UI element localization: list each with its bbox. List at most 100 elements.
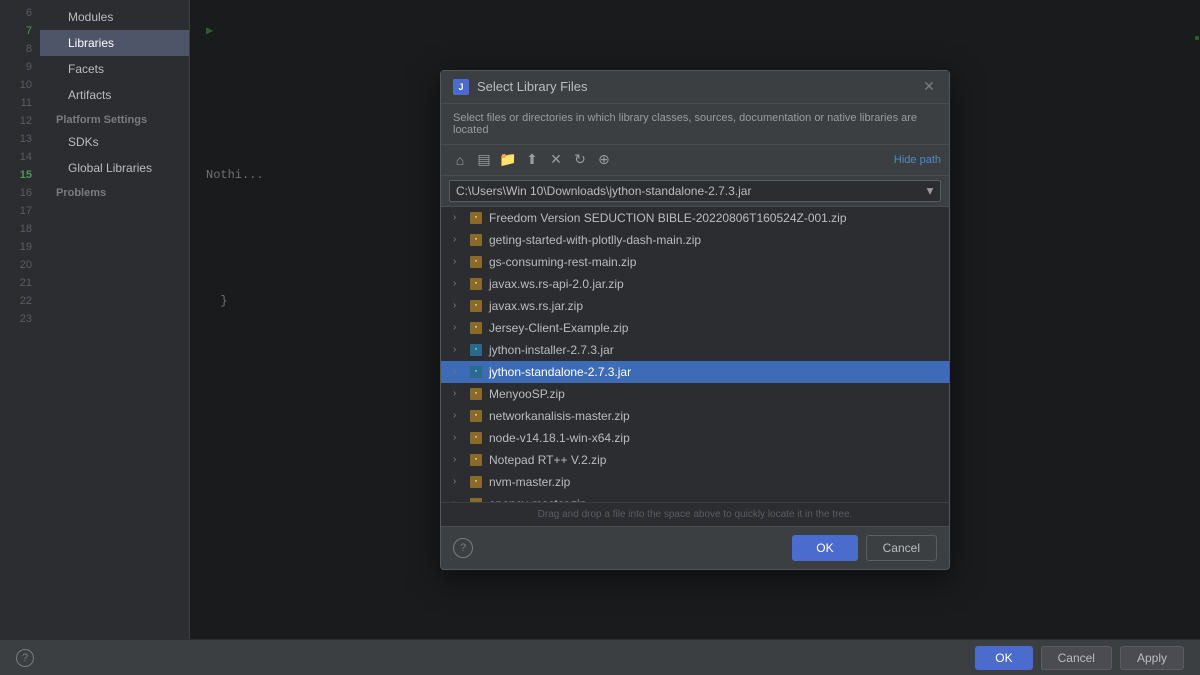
expand-chevron[interactable]: › — [453, 319, 465, 337]
content-area: ▶ Nothi... } — [190, 0, 1200, 639]
file-item[interactable]: › ▪ Freedom Version SEDUCTION BIBLE-2022… — [441, 207, 949, 229]
bottom-bar-left: ? — [16, 649, 34, 667]
file-name: geting-started-with-plotlly-dash-main.zi… — [489, 231, 701, 249]
file-name: javax.ws.rs.jar.zip — [489, 297, 583, 315]
up-button[interactable]: ⬆ — [521, 149, 543, 171]
expand-chevron[interactable]: › — [453, 473, 465, 491]
line-numbers: 6 7 8 9 10 11 12 13 14 15 16 17 18 19 20… — [0, 0, 40, 639]
home-button[interactable]: ⌂ — [449, 149, 471, 171]
zip-icon: ▪ — [470, 234, 482, 246]
zip-icon: ▪ — [470, 212, 482, 224]
bottom-bar-right: OK Cancel Apply — [975, 646, 1184, 670]
apply-main-button[interactable]: Apply — [1120, 646, 1184, 670]
refresh-button[interactable]: ↻ — [569, 149, 591, 171]
dialog-footer-right: OK Cancel — [792, 535, 937, 561]
file-name: node-v14.18.1-win-x64.zip — [489, 429, 630, 447]
file-name: Notepad RT++ V.2.zip — [489, 451, 606, 469]
new-folder-button[interactable]: 📁 — [497, 149, 519, 171]
list-button[interactable]: ▤ — [473, 149, 495, 171]
path-dropdown-button[interactable]: ▾ — [920, 181, 940, 201]
file-icon: ▪ — [469, 300, 483, 312]
expand-chevron[interactable]: › — [453, 231, 465, 249]
file-icon: ▪ — [469, 256, 483, 268]
jar-icon: ▪ — [470, 366, 482, 378]
zip-icon: ▪ — [470, 278, 482, 290]
file-icon: ▪ — [469, 212, 483, 224]
file-name: opencv-master.zip — [489, 495, 586, 502]
zip-icon: ▪ — [470, 476, 482, 488]
file-item[interactable]: › ▪ Jersey-Client-Example.zip — [441, 317, 949, 339]
sidebar-item-libraries[interactable]: Libraries — [40, 30, 189, 56]
expand-chevron[interactable]: › — [453, 341, 465, 359]
select-library-dialog: J Select Library Files ✕ Select files or… — [440, 70, 950, 570]
bottom-bar: ? OK Cancel Apply — [0, 639, 1200, 675]
file-icon: ▪ — [469, 410, 483, 422]
sidebar-item-global-libraries[interactable]: Global Libraries — [40, 155, 189, 181]
file-name: jython-standalone-2.7.3.jar — [489, 363, 631, 381]
expand-chevron[interactable]: › — [453, 209, 465, 227]
file-item[interactable]: › ▪ geting-started-with-plotlly-dash-mai… — [441, 229, 949, 251]
file-item[interactable]: › ▪ opencv-master.zip — [441, 493, 949, 502]
close-button[interactable]: ✕ — [921, 79, 937, 95]
ok-button[interactable]: OK — [792, 535, 857, 561]
file-name: Freedom Version SEDUCTION BIBLE-20220806… — [489, 209, 847, 227]
sidebar-item-sdks[interactable]: SDKs — [40, 129, 189, 155]
drop-hint: Drag and drop a file into the space abov… — [441, 502, 949, 526]
path-row: ▾ — [441, 176, 949, 207]
file-item[interactable]: › ▪ nvm-master.zip — [441, 471, 949, 493]
sidebar-item-facets[interactable]: Facets — [40, 56, 189, 82]
file-icon: ▪ — [469, 498, 483, 502]
path-input[interactable] — [450, 181, 920, 201]
expand-chevron[interactable]: › — [453, 495, 465, 502]
expand-chevron[interactable]: › — [453, 451, 465, 469]
file-icon: ▪ — [469, 476, 483, 488]
file-name: javax.ws.rs-api-2.0.jar.zip — [489, 275, 624, 293]
path-input-wrap: ▾ — [449, 180, 941, 202]
dialog-title: Select Library Files — [477, 79, 588, 94]
expand-chevron[interactable]: › — [453, 407, 465, 425]
file-icon: ▪ — [469, 454, 483, 466]
dialog-title-bar: J Select Library Files ✕ — [441, 71, 949, 104]
jar-icon: ▪ — [470, 344, 482, 356]
ok-main-button[interactable]: OK — [975, 646, 1032, 670]
toolbar-buttons: ⌂ ▤ 📁 ⬆ ✕ ↻ ⊕ — [449, 149, 615, 171]
file-item[interactable]: › ▪ networkanalisis-master.zip — [441, 405, 949, 427]
file-item[interactable]: › ▪ Notepad RT++ V.2.zip — [441, 449, 949, 471]
file-name: nvm-master.zip — [489, 473, 570, 491]
zip-icon: ▪ — [470, 300, 482, 312]
expand-chevron[interactable]: › — [453, 429, 465, 447]
file-name: jython-installer-2.7.3.jar — [489, 341, 614, 359]
delete-button[interactable]: ✕ — [545, 149, 567, 171]
file-icon: ▪ — [469, 344, 483, 356]
dialog-icon: J — [453, 79, 469, 95]
hide-path-link[interactable]: Hide path — [894, 154, 941, 166]
file-item[interactable]: › ▪ javax.ws.rs.jar.zip — [441, 295, 949, 317]
problems-header: Problems — [40, 181, 189, 202]
file-name: MenyooSP.zip — [489, 385, 565, 403]
file-item[interactable]: › ▪ node-v14.18.1-win-x64.zip — [441, 427, 949, 449]
file-item[interactable]: › ▪ javax.ws.rs-api-2.0.jar.zip — [441, 273, 949, 295]
cancel-button[interactable]: Cancel — [866, 535, 937, 561]
file-item[interactable]: › ▪ gs-consuming-rest-main.zip — [441, 251, 949, 273]
file-item[interactable]: › ▪ jython-installer-2.7.3.jar — [441, 339, 949, 361]
dialog-help-button[interactable]: ? — [453, 538, 473, 558]
help-button[interactable]: ? — [16, 649, 34, 667]
file-item[interactable]: › ▪ MenyooSP.zip — [441, 383, 949, 405]
expand-chevron[interactable]: › — [453, 253, 465, 271]
sidebar-item-modules[interactable]: Modules — [40, 4, 189, 30]
cancel-main-button[interactable]: Cancel — [1041, 646, 1112, 670]
dialog-title-left: J Select Library Files — [453, 79, 588, 95]
file-name: networkanalisis-master.zip — [489, 407, 630, 425]
link-button[interactable]: ⊕ — [593, 149, 615, 171]
expand-chevron[interactable]: › — [453, 385, 465, 403]
expand-chevron[interactable]: › — [453, 275, 465, 293]
dialog-overlay: J Select Library Files ✕ Select files or… — [190, 0, 1200, 639]
file-icon: ▪ — [469, 432, 483, 444]
file-icon: ▪ — [469, 388, 483, 400]
dialog-footer: ? OK Cancel — [441, 526, 949, 569]
expand-chevron[interactable]: › — [453, 297, 465, 315]
file-icon: ▪ — [469, 366, 483, 378]
file-item[interactable]: › ▪ jython-standalone-2.7.3.jar — [441, 361, 949, 383]
sidebar-item-artifacts[interactable]: Artifacts — [40, 82, 189, 108]
expand-chevron[interactable]: › — [453, 363, 465, 381]
